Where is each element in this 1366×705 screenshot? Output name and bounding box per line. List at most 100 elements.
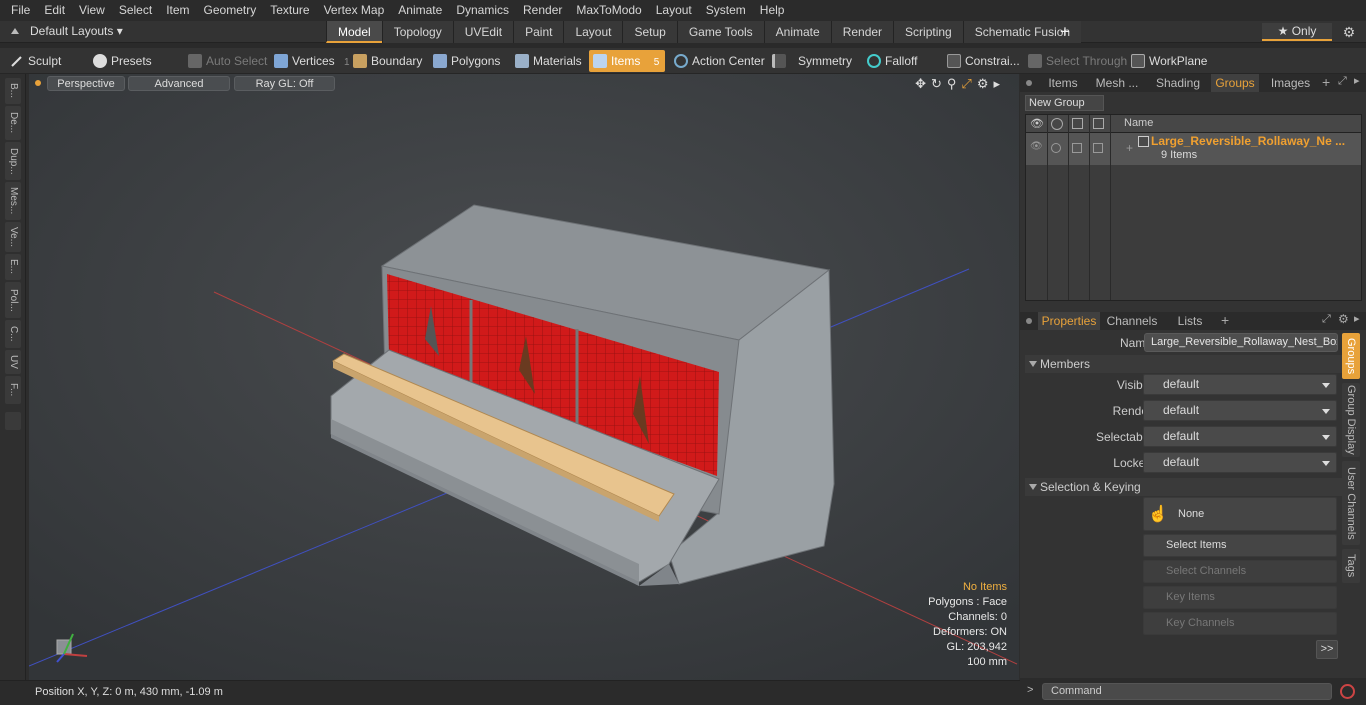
render-dropdown[interactable]: default bbox=[1143, 400, 1337, 421]
members-section[interactable]: Members bbox=[1025, 355, 1355, 373]
group-row[interactable]: 👁 + Large_Reversible_Rollaway_Ne ... 9 I… bbox=[1026, 133, 1361, 165]
select-items-button[interactable]: Select Items bbox=[1143, 534, 1337, 557]
row-select-icon[interactable] bbox=[1072, 143, 1082, 153]
render-column-icon[interactable] bbox=[1051, 118, 1063, 130]
menu-texture[interactable]: Texture bbox=[263, 0, 316, 21]
falloff-button[interactable]: Falloff bbox=[863, 50, 940, 72]
selection-keying-section[interactable]: Selection & Keying bbox=[1025, 478, 1355, 496]
tab-animate[interactable]: Animate bbox=[763, 21, 831, 43]
gear-icon[interactable]: ⚙ bbox=[1340, 23, 1358, 41]
menu-dynamics[interactable]: Dynamics bbox=[449, 0, 516, 21]
expand-plus-icon[interactable]: + bbox=[1126, 141, 1133, 155]
3d-viewport[interactable]: Perspective Advanced Ray GL: Off ✥↻⚲⤢⚙▸ … bbox=[29, 74, 1019, 680]
add-panel-tab-icon[interactable]: + bbox=[1322, 74, 1330, 90]
tab-topology[interactable]: Topology bbox=[381, 21, 453, 43]
only-button[interactable]: ★ Only bbox=[1262, 23, 1332, 41]
left-tab-deform[interactable]: De... bbox=[5, 106, 21, 140]
tab-mesh[interactable]: Mesh ... bbox=[1090, 74, 1144, 92]
viewport-menu-icon[interactable] bbox=[35, 80, 41, 86]
auto-select-button[interactable]: Auto Select bbox=[184, 50, 267, 72]
select-channels-button[interactable]: Select Channels bbox=[1143, 560, 1337, 583]
tab-properties[interactable]: Properties bbox=[1038, 312, 1100, 330]
left-tab-mesh-edit[interactable]: Mes... bbox=[5, 182, 21, 220]
record-icon[interactable] bbox=[1340, 684, 1355, 699]
add-props-tab-icon[interactable]: + bbox=[1221, 312, 1229, 328]
left-tab-curve[interactable]: C... bbox=[5, 320, 21, 348]
shading-mode-button[interactable]: Advanced bbox=[128, 76, 230, 91]
workplane-button[interactable]: WorkPlane bbox=[1127, 50, 1212, 72]
presets-button[interactable]: Presets bbox=[89, 50, 177, 72]
left-tab-edge[interactable]: E... bbox=[5, 254, 21, 280]
sculpt-button[interactable]: Sculpt bbox=[6, 50, 86, 72]
tab-channels[interactable]: Channels bbox=[1104, 312, 1160, 330]
visibility-column-icon[interactable]: 👁 bbox=[1030, 117, 1044, 130]
constraints-button[interactable]: Constrai... bbox=[943, 50, 1022, 72]
menu-view[interactable]: View bbox=[72, 0, 112, 21]
left-tab-fusion[interactable]: F... bbox=[5, 376, 21, 404]
tab-game-tools[interactable]: Game Tools bbox=[676, 21, 764, 43]
left-tab-extra[interactable] bbox=[5, 412, 21, 430]
left-tab-polygon[interactable]: Pol... bbox=[5, 282, 21, 318]
selectable-dropdown[interactable]: default bbox=[1143, 426, 1337, 447]
menu-layout[interactable]: Layout bbox=[649, 0, 699, 21]
menu-file[interactable]: File bbox=[4, 0, 37, 21]
rotate-view-icon[interactable]: ↻ bbox=[931, 76, 947, 91]
locked-dropdown[interactable]: default bbox=[1143, 452, 1337, 473]
tab-lists[interactable]: Lists bbox=[1165, 312, 1215, 330]
view-mode-button[interactable]: Perspective bbox=[47, 76, 125, 91]
select-through-button[interactable]: Select Through bbox=[1024, 50, 1127, 72]
action-center-button[interactable]: Action Center bbox=[670, 50, 765, 72]
boundary-button[interactable]: Boundary bbox=[349, 50, 427, 72]
viewport-settings-icon[interactable]: ⚙ bbox=[977, 76, 994, 91]
row-render-icon[interactable] bbox=[1051, 143, 1061, 153]
tab-images[interactable]: Images bbox=[1262, 74, 1319, 92]
key-channels-button[interactable]: Key Channels bbox=[1143, 612, 1337, 635]
expand-panel-icon[interactable]: ⤢ bbox=[1338, 75, 1347, 88]
zoom-view-icon[interactable]: ⚲ bbox=[947, 76, 962, 91]
tab-setup[interactable]: Setup bbox=[622, 21, 677, 43]
menu-render[interactable]: Render bbox=[516, 0, 569, 21]
panel-more-icon[interactable]: ▸ bbox=[1354, 74, 1360, 87]
tab-shading[interactable]: Shading bbox=[1148, 74, 1208, 92]
tab-scripting[interactable]: Scripting bbox=[893, 21, 963, 43]
fit-view-icon[interactable]: ⤢ bbox=[961, 76, 976, 91]
menu-vertex-map[interactable]: Vertex Map bbox=[317, 0, 392, 21]
key-items-button[interactable]: Key Items bbox=[1143, 586, 1337, 609]
vtab-user-channels[interactable]: User Channels bbox=[1342, 461, 1360, 545]
props-gear-icon[interactable]: ⚙ bbox=[1338, 312, 1349, 326]
vtab-group-display[interactable]: Group Display bbox=[1342, 383, 1360, 457]
tab-render[interactable]: Render bbox=[830, 21, 894, 43]
new-group-button[interactable]: New Group bbox=[1025, 95, 1104, 111]
polygons-button[interactable]: Polygons bbox=[429, 50, 507, 72]
members-collapse-icon[interactable] bbox=[1029, 361, 1037, 367]
vertices-button[interactable]: Vertices 1 bbox=[270, 50, 350, 72]
vtab-tags[interactable]: Tags bbox=[1342, 549, 1360, 583]
props-more-icon[interactable]: ▸ bbox=[1354, 312, 1360, 325]
vtab-groups[interactable]: Groups bbox=[1342, 333, 1360, 379]
raygl-button[interactable]: Ray GL: Off bbox=[234, 76, 335, 91]
more-button[interactable]: >> bbox=[1316, 640, 1338, 659]
panel-menu-icon[interactable] bbox=[1026, 80, 1032, 86]
menu-item[interactable]: Item bbox=[159, 0, 196, 21]
materials-button[interactable]: Materials bbox=[511, 50, 587, 72]
move-view-icon[interactable]: ✥ bbox=[915, 76, 931, 91]
left-tab-uv[interactable]: UV bbox=[5, 350, 21, 374]
lock-column-icon[interactable] bbox=[1093, 118, 1104, 129]
sel-keying-collapse-icon[interactable] bbox=[1029, 484, 1037, 490]
left-tab-duplicate[interactable]: Dup... bbox=[5, 142, 21, 180]
tab-paint[interactable]: Paint bbox=[513, 21, 564, 43]
tab-layout[interactable]: Layout bbox=[563, 21, 623, 43]
menu-select[interactable]: Select bbox=[112, 0, 159, 21]
tab-groups[interactable]: Groups bbox=[1211, 74, 1259, 92]
command-input[interactable]: Command bbox=[1042, 683, 1332, 700]
props-menu-icon[interactable] bbox=[1026, 318, 1032, 324]
none-button[interactable]: ☝ None bbox=[1143, 497, 1337, 531]
menu-edit[interactable]: Edit bbox=[37, 0, 72, 21]
row-lock-icon[interactable] bbox=[1093, 143, 1103, 153]
name-field[interactable]: Large_Reversible_Rollaway_Nest_Box bbox=[1144, 333, 1338, 352]
items-button[interactable]: Items 5 bbox=[589, 50, 665, 72]
left-tab-basic[interactable]: B... bbox=[5, 78, 21, 104]
layout-selector[interactable]: Default Layouts ▾ bbox=[30, 24, 123, 38]
tab-uvedit[interactable]: UVEdit bbox=[452, 21, 514, 43]
layout-arrow-icon[interactable] bbox=[8, 24, 22, 38]
